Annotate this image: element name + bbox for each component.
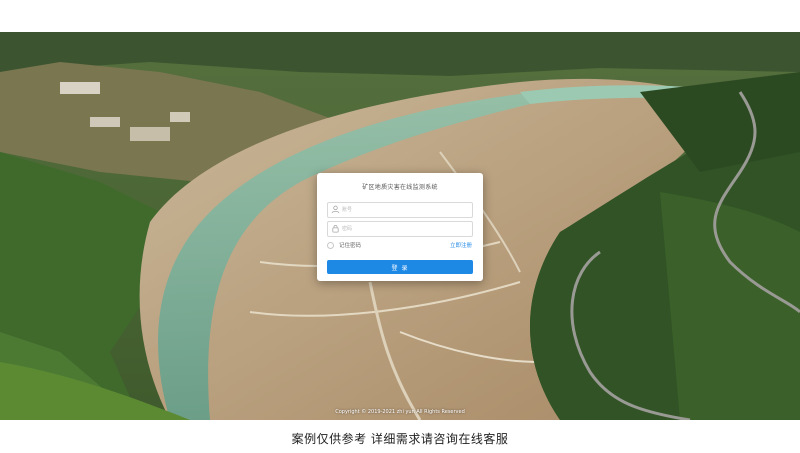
login-title: 矿区地质灾害在线监测系统 — [362, 184, 438, 191]
username-input[interactable] — [342, 203, 466, 217]
caption-text: 案例仅供参考 详细需求请咨询在线客服 — [291, 432, 509, 446]
username-field[interactable] — [327, 202, 473, 218]
login-button[interactable]: 登 录 — [327, 260, 473, 274]
password-input[interactable] — [342, 222, 466, 236]
caption-bar: 案例仅供参考 详细需求请咨询在线客服 — [0, 420, 800, 453]
remember-checkbox[interactable] — [327, 241, 334, 249]
lock-icon — [332, 224, 339, 233]
register-link[interactable]: 立即注册 — [450, 241, 472, 249]
top-margin — [0, 0, 800, 32]
login-card: 矿区地质灾害在线监测系统 记住密码 立即注册 登 录 — [317, 173, 483, 281]
remember-label: 记住密码 — [339, 243, 362, 249]
copyright-text: Copyright © 2019-2021 zhi yun All Rights… — [335, 409, 465, 415]
remember-password[interactable]: 记住密码 — [327, 241, 361, 249]
user-icon — [331, 205, 340, 214]
password-field[interactable] — [327, 221, 473, 237]
